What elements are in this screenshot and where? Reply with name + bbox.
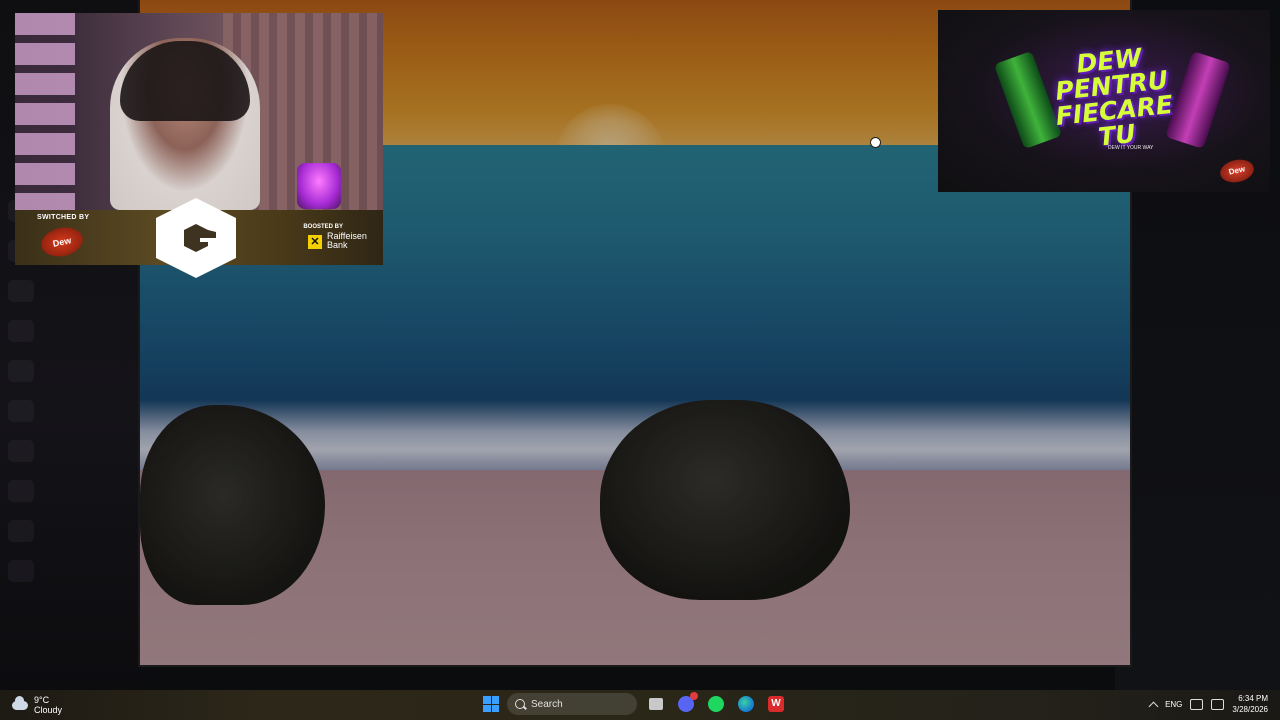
wps-icon: W — [768, 696, 784, 712]
faded-icon — [8, 280, 34, 302]
faded-icon — [8, 440, 34, 462]
bank-name-line2: Bank — [327, 240, 348, 250]
taskbar-search[interactable]: Search — [507, 693, 637, 715]
faded-icon — [8, 400, 34, 422]
clock-date: 3/28/2026 — [1232, 705, 1268, 714]
discord-button[interactable] — [675, 692, 698, 715]
purple-lamp — [297, 163, 341, 209]
dew-logo-icon: Dew — [38, 223, 86, 261]
clock[interactable]: 6:34 PM 3/28/2026 — [1232, 693, 1268, 715]
wps-button[interactable]: W — [765, 693, 787, 715]
file-explorer-button[interactable] — [645, 693, 667, 715]
search-placeholder: Search — [531, 698, 563, 710]
clock-time: 6:34 PM — [1238, 694, 1268, 703]
weather-temp: 9°C — [34, 695, 50, 705]
cloud-icon — [12, 695, 28, 710]
boosted-by-label: BOOSTED BY — [303, 224, 343, 230]
mouse-cursor-icon — [870, 137, 881, 148]
faded-icon — [8, 320, 34, 342]
webcam-feed — [15, 13, 383, 210]
language-indicator[interactable]: ENG — [1165, 700, 1182, 709]
ad-dew-logo-icon: Dew — [1218, 156, 1256, 186]
bank-name: Raiffeisen Bank — [327, 232, 367, 250]
faded-icon — [8, 480, 34, 502]
faded-icon — [8, 560, 34, 582]
ad-headline: DEW PENTRU FIECARE TU — [1054, 42, 1175, 152]
search-icon — [515, 699, 525, 709]
dew-ad-banner: DEW PENTRU FIECARE TU DEW IT YOUR WAY De… — [938, 10, 1270, 192]
weather-widget[interactable]: 9°C Cloudy — [12, 695, 62, 715]
faded-icon — [8, 360, 34, 382]
speaker-icon[interactable] — [1211, 698, 1225, 710]
start-button[interactable] — [483, 696, 499, 712]
weather-desc: Cloudy — [34, 705, 63, 715]
ad-tagline: DEW IT YOUR WAY — [1108, 145, 1154, 151]
edge-button[interactable] — [735, 693, 757, 715]
spotify-icon — [708, 696, 724, 712]
webcam-wall-photos — [15, 13, 75, 210]
spotify-button[interactable] — [705, 693, 727, 715]
file-explorer-icon — [649, 698, 663, 710]
system-tray: ENG 6:34 PM 3/28/2026 — [1148, 693, 1268, 715]
raiffeisen-logo-icon: ✕ — [308, 235, 322, 249]
taskbar-apps: Search W — [483, 692, 787, 715]
weather-text: 9°C Cloudy — [34, 695, 62, 715]
display-icon[interactable] — [1190, 698, 1204, 710]
edge-icon — [738, 696, 754, 712]
faded-icon — [8, 520, 34, 542]
show-hidden-icons-chevron-icon[interactable] — [1148, 701, 1159, 711]
switched-by-label: SWITCHED BY — [37, 214, 90, 221]
taskbar: 9°C Cloudy Search W ENG 6:34 PM 3/28/202… — [0, 690, 1280, 720]
discord-icon — [678, 692, 698, 712]
